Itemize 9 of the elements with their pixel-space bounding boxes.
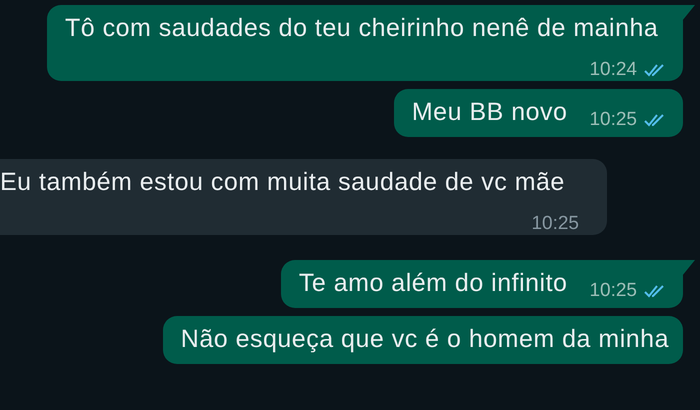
message-time: 10:24 [589, 59, 637, 81]
message-time: 10:25 [589, 109, 637, 131]
message-text: Meu BB novo [412, 98, 568, 126]
message-text: Não esqueça que vc é o homem da minha [180, 325, 669, 353]
message-time: 10:25 [531, 213, 579, 235]
message-time: 10:25 [589, 280, 637, 302]
message-text: Eu também estou com muita saudade de vc mãe [0, 168, 565, 196]
message-text: Tô com saudades do teu cheirinho nenê de mainha [65, 14, 658, 42]
message-text: Te amo além do infinito [298, 269, 568, 297]
